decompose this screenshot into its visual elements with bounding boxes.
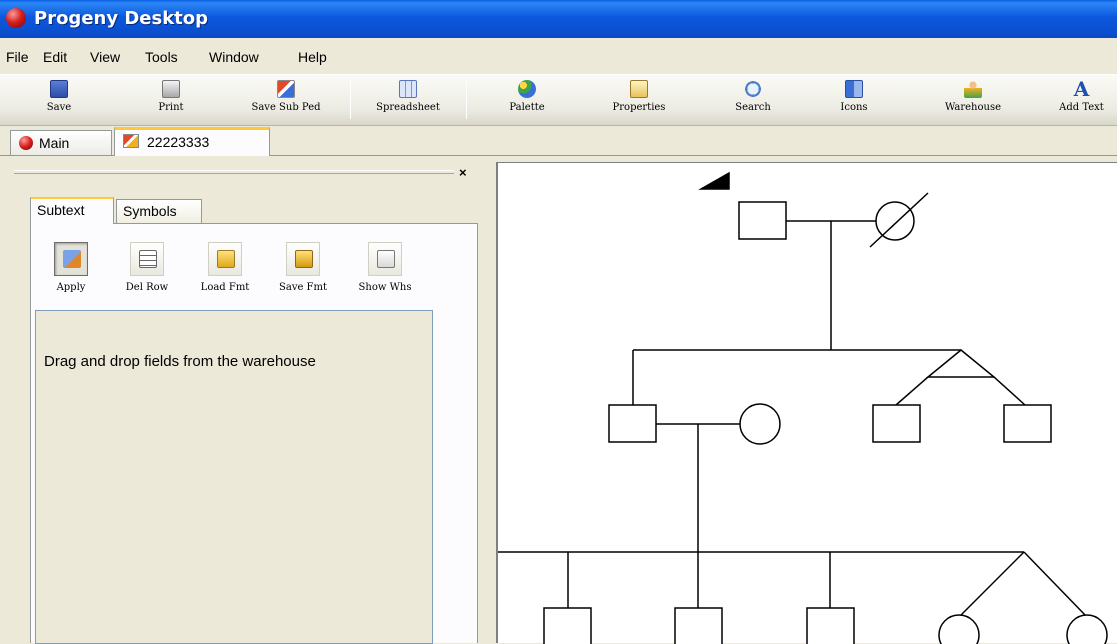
- pane-drag-grip[interactable]: [14, 170, 454, 174]
- print-button[interactable]: Print: [140, 77, 202, 123]
- menu-window[interactable]: Window: [209, 49, 259, 65]
- main-red-ball-icon: [19, 136, 33, 150]
- tab-main[interactable]: Main: [10, 130, 112, 155]
- twin-line-gen3-right: [1023, 551, 1088, 618]
- floppy-disk-icon: [50, 80, 68, 98]
- apply-button-frame: [54, 242, 88, 276]
- save-fmt-button[interactable]: Save Fmt: [267, 242, 339, 293]
- twin-connector-triangle: [925, 349, 997, 378]
- palette-icon: [518, 80, 536, 98]
- load-format-icon: [217, 250, 235, 268]
- toolbar-separator: [466, 81, 467, 119]
- twin-line-right: [993, 376, 1026, 406]
- show-warehouse-icon: [377, 250, 395, 268]
- apply-pencil-icon: [63, 250, 81, 268]
- subtext-drop-area[interactable]: Drag and drop fields from the warehouse: [35, 310, 433, 644]
- close-icon[interactable]: ×: [459, 165, 467, 180]
- magnifier-search-icon: [744, 80, 762, 98]
- spreadsheet-icon: [399, 80, 417, 98]
- window-title: Progeny Desktop: [34, 8, 209, 29]
- toolbar-separator: [350, 81, 351, 119]
- del-row-button-frame: [130, 242, 164, 276]
- delete-row-icon: [139, 250, 157, 268]
- save-button[interactable]: Save: [28, 77, 90, 123]
- tab-subtext[interactable]: Subtext: [30, 197, 114, 224]
- warehouse-button[interactable]: Warehouse: [930, 77, 1016, 123]
- properties-clipboard-icon: [630, 80, 648, 98]
- twin-female-circle-1[interactable]: [938, 614, 980, 644]
- child-male-square-3[interactable]: [806, 607, 855, 644]
- del-row-button[interactable]: Del Row: [111, 242, 183, 293]
- tab-pedigree-22223333[interactable]: 22223333: [114, 127, 270, 156]
- tab-symbols[interactable]: Symbols: [116, 199, 202, 223]
- icons-button[interactable]: Icons: [822, 77, 886, 123]
- twin-male-square-2[interactable]: [1003, 404, 1052, 443]
- menu-edit[interactable]: Edit: [43, 49, 67, 65]
- add-text-button[interactable]: A Add Text: [1046, 77, 1117, 123]
- apply-button[interactable]: Apply: [35, 242, 107, 293]
- father-male-square[interactable]: [608, 404, 657, 443]
- properties-button[interactable]: Properties: [596, 77, 682, 123]
- menu-file[interactable]: File: [6, 49, 29, 65]
- icons-grid-icon: [845, 80, 863, 98]
- twin-line-gen3-left: [958, 551, 1025, 618]
- pane-header: ×: [10, 162, 478, 182]
- printer-icon: [162, 80, 180, 98]
- subtext-panel: Apply Del Row Load Fmt Save Fmt Show Whs…: [30, 223, 478, 644]
- drop-hint-text: Drag and drop fields from the warehouse: [44, 353, 316, 370]
- letter-a-text-icon: A: [1073, 77, 1090, 101]
- grandfather-male-square[interactable]: [738, 201, 787, 240]
- save-format-icon: [295, 250, 313, 268]
- load-fmt-button[interactable]: Load Fmt: [189, 242, 261, 293]
- twin-line-left: [895, 376, 929, 406]
- child-male-square-1[interactable]: [543, 607, 592, 644]
- proband-arrow-icon: [698, 171, 730, 190]
- progeny-app-icon[interactable]: [6, 8, 26, 28]
- pedigree-icon: [123, 134, 139, 148]
- mother-female-circle[interactable]: [739, 403, 781, 445]
- show-whs-button[interactable]: Show Whs: [349, 242, 421, 293]
- document-tab-strip: Main 22223333: [0, 126, 1117, 156]
- menu-bar: File Edit View Tools Window Help: [0, 46, 1117, 70]
- save-sub-ped-button[interactable]: Save Sub Ped: [232, 77, 340, 123]
- spreadsheet-button[interactable]: Spreadsheet: [362, 77, 454, 123]
- warehouse-person-icon: [964, 80, 982, 98]
- show-whs-button-frame: [368, 242, 402, 276]
- palette-button[interactable]: Palette: [488, 77, 566, 123]
- menu-help[interactable]: Help: [298, 49, 327, 65]
- subtext-pane: × Subtext Symbols Apply Del Row Load Fmt…: [10, 162, 478, 644]
- sub-pedigree-icon: [277, 80, 295, 98]
- title-bar[interactable]: Progeny Desktop: [0, 0, 1117, 38]
- child-male-square-2[interactable]: [674, 607, 723, 644]
- pedigree-drawing: [498, 171, 1108, 644]
- search-button[interactable]: Search: [714, 77, 792, 123]
- load-fmt-button-frame: [208, 242, 242, 276]
- twin-female-circle-2[interactable]: [1066, 614, 1108, 644]
- main-toolbar: Save Print Save Sub Ped Spreadsheet Pale…: [0, 74, 1117, 126]
- pedigree-canvas[interactable]: [496, 162, 1117, 644]
- twin-male-square-1[interactable]: [872, 404, 921, 443]
- menu-view[interactable]: View: [90, 49, 120, 65]
- grandmother-deceased-circle[interactable]: [875, 201, 915, 241]
- save-fmt-button-frame: [286, 242, 320, 276]
- menu-tools[interactable]: Tools: [145, 49, 178, 65]
